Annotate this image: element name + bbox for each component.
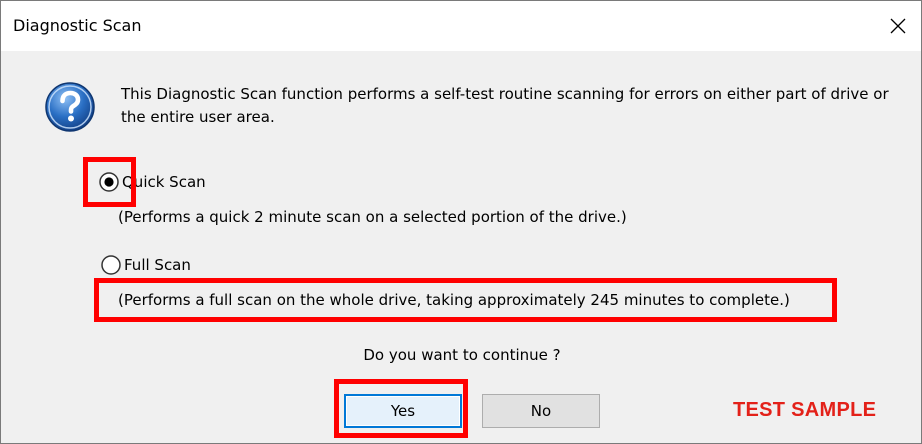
close-button[interactable] [875, 1, 921, 51]
yes-button[interactable]: Yes [344, 394, 462, 428]
quick-scan-label: Quick Scan [122, 173, 206, 191]
continue-prompt: Do you want to continue ? [363, 346, 561, 364]
quick-scan-option[interactable]: Quick Scan [98, 171, 206, 193]
radio-selected-icon[interactable] [98, 171, 120, 193]
radio-unselected-icon[interactable] [100, 254, 122, 276]
question-icon [45, 82, 95, 132]
full-scan-option[interactable]: Full Scan [100, 254, 191, 276]
window-title: Diagnostic Scan [13, 16, 142, 35]
quick-scan-description: (Performs a quick 2 minute scan on a sel… [118, 208, 627, 226]
message-text: This Diagnostic Scan function performs a… [121, 85, 889, 126]
full-scan-description: (Performs a full scan on the whole drive… [118, 291, 790, 309]
title-bar[interactable]: Diagnostic Scan [1, 1, 921, 51]
no-button[interactable]: No [482, 394, 600, 428]
close-icon [890, 18, 906, 34]
diagnostic-scan-dialog: Diagnostic Scan This Diagnostic Scan fun… [0, 0, 922, 444]
test-sample-watermark: TEST SAMPLE [733, 399, 877, 421]
full-scan-label: Full Scan [124, 256, 191, 274]
